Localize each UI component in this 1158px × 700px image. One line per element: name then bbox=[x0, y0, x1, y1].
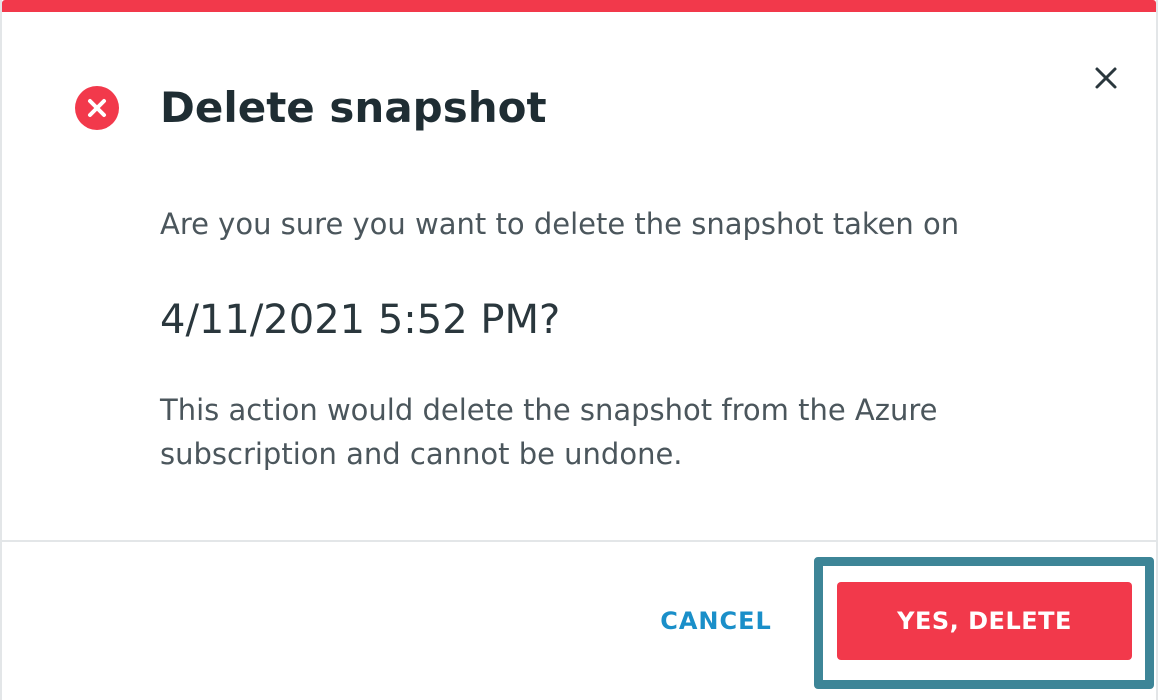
snapshot-timestamp: 4/11/2021 5:52 PM? bbox=[160, 297, 561, 343]
cancel-button[interactable]: CANCEL bbox=[642, 592, 790, 650]
irreversible-warning: This action would delete the snapshot fr… bbox=[160, 393, 938, 471]
delete-snapshot-dialog: Delete snapshot Are you sure you want to… bbox=[0, 0, 1158, 700]
dialog-title: Delete snapshot bbox=[160, 83, 547, 132]
confirmation-question: Are you sure you want to delete the snap… bbox=[160, 207, 960, 241]
dialog-accent-bar bbox=[2, 0, 1156, 12]
error-circle-x-icon bbox=[75, 86, 119, 130]
confirm-delete-button[interactable]: YES, DELETE bbox=[837, 582, 1132, 660]
close-icon bbox=[1095, 67, 1117, 89]
footer-divider bbox=[2, 540, 1156, 542]
close-button[interactable] bbox=[1086, 58, 1126, 98]
